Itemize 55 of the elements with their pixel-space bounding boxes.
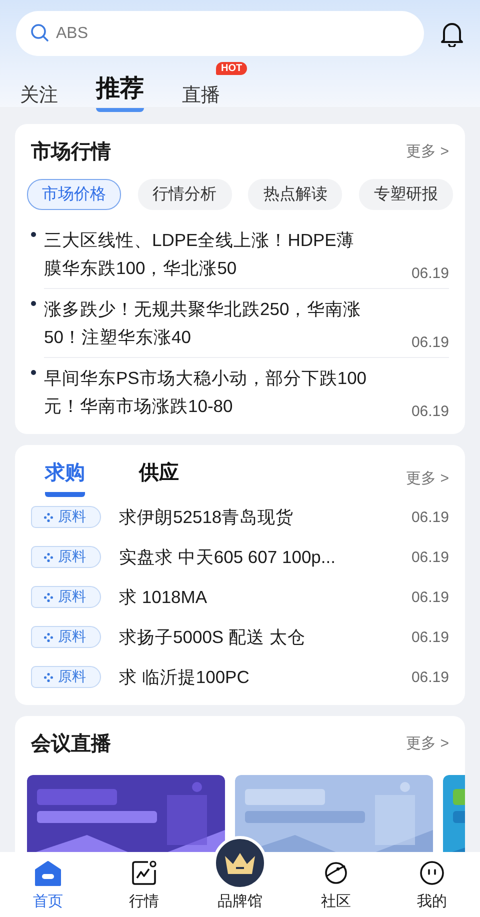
- request-date: 06.19: [411, 628, 449, 646]
- request-title[interactable]: 求扬子5000S 配送 太仓: [119, 625, 412, 649]
- bullet-dot: [31, 370, 36, 375]
- request-title[interactable]: 求 临沂提100PC: [119, 665, 412, 689]
- more-link[interactable]: 更多 >: [406, 142, 449, 161]
- more-link[interactable]: 更多 >: [406, 468, 449, 488]
- search-field[interactable]: ABS: [16, 11, 424, 56]
- request-date: 06.19: [411, 588, 449, 606]
- dots-icon: [44, 672, 53, 682]
- request-date: 06.19: [411, 508, 449, 526]
- news-date: 06.19: [411, 334, 449, 351]
- home-icon: [34, 860, 62, 886]
- news-title[interactable]: 三大区线性、LDPE全线上涨！HDPE薄膜华东跌100，华北涨50: [44, 226, 370, 282]
- news-title[interactable]: 早间华东PS市场大稳小动，部分下跌100元！华南市场涨跌10-80: [44, 364, 370, 420]
- tab[interactable]: 求购: [45, 459, 85, 497]
- filter-chip[interactable]: 热点解读: [248, 179, 342, 210]
- request-title[interactable]: 求伊朗52518青岛现货: [119, 505, 412, 529]
- tab[interactable]: 直播: [182, 82, 220, 112]
- section-title: 会议直播: [31, 732, 111, 757]
- news-date: 06.19: [411, 265, 449, 282]
- profile-icon: [419, 860, 445, 886]
- dots-icon: [44, 552, 53, 562]
- dots-icon: [44, 632, 53, 642]
- dots-icon: [44, 592, 53, 602]
- chart-icon: [131, 860, 157, 886]
- bullet-dot: [31, 232, 36, 237]
- section-title: 市场行情: [31, 140, 111, 165]
- planet-icon: [323, 860, 349, 886]
- bullet-dot: [31, 301, 36, 306]
- bell-icon[interactable]: [440, 20, 464, 46]
- nav-tab[interactable]: 首页: [8, 860, 88, 911]
- category-tag: 原料: [31, 586, 101, 608]
- nav-tab[interactable]: 行情: [104, 860, 184, 911]
- tab[interactable]: 推荐: [96, 72, 144, 112]
- category-tag: 原料: [31, 546, 101, 568]
- more-link[interactable]: 更多 >: [406, 734, 449, 753]
- dots-icon: [44, 512, 53, 522]
- category-tag: 原料: [31, 506, 101, 528]
- news-date: 06.19: [411, 403, 449, 420]
- hot-badge: HOT: [216, 62, 248, 75]
- news-title[interactable]: 涨多跌少！无规共聚华北跌250，华南涨50！注塑华东涨40: [44, 295, 370, 351]
- filter-chip[interactable]: 行情分析: [138, 179, 232, 210]
- nav-tab[interactable]: 我的: [392, 860, 472, 911]
- category-tag: 原料: [31, 666, 101, 688]
- request-date: 06.19: [411, 668, 449, 686]
- brand-hall-button[interactable]: 品牌馆: [200, 836, 280, 911]
- request-date: 06.19: [411, 548, 449, 566]
- tab[interactable]: 关注: [20, 82, 58, 112]
- tab[interactable]: 供应: [139, 459, 179, 497]
- filter-chip[interactable]: 市场价格: [27, 179, 121, 210]
- category-tag: 原料: [31, 626, 101, 648]
- filter-chip[interactable]: 专塑研报: [358, 179, 453, 210]
- request-title[interactable]: 求 1018MA: [119, 585, 412, 609]
- request-title[interactable]: 实盘求 中天605 607 100p...: [119, 545, 412, 569]
- nav-tab[interactable]: 社区: [296, 860, 376, 911]
